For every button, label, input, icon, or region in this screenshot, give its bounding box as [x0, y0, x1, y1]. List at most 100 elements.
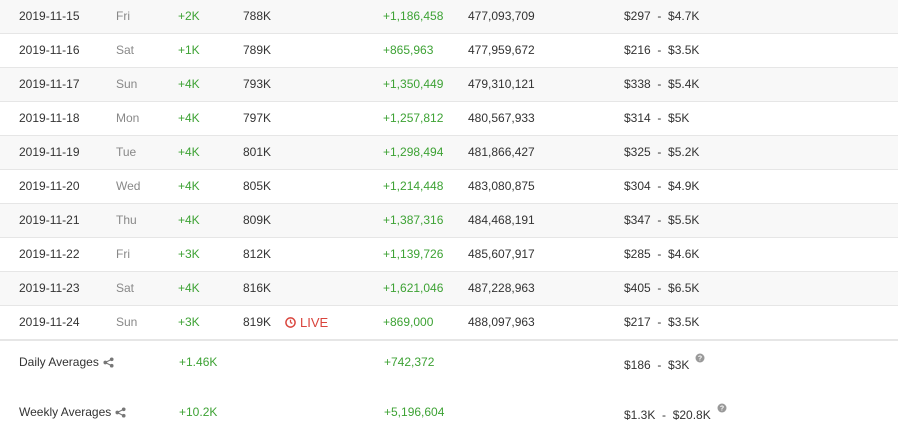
table-row: 2019-11-18 Mon +4K 797K +1,257,812 480,567,93…: [0, 102, 898, 136]
subscriber-total-cell: 801K: [243, 145, 272, 159]
view-total-cell: 487,228,963: [468, 281, 535, 295]
estimated-earnings-cell: $217 - $3.5K: [624, 315, 700, 329]
subscriber-total-cell: 816K: [243, 281, 272, 295]
subscriber-total-cell: 788K: [243, 9, 272, 23]
weekly-averages-earnings: $1.3K - $20.8K: [624, 408, 711, 422]
table-row: 2019-11-23 Sat +4K 816K +1,621,046 487,228,96…: [0, 272, 898, 306]
question-circle-icon[interactable]: ?: [695, 353, 705, 363]
date-cell: 2019-11-24: [19, 315, 80, 329]
estimated-earnings-cell: $304 - $4.9K: [624, 179, 700, 193]
subscriber-change-cell: +4K: [178, 145, 200, 159]
subscriber-total-cell: 819K: [243, 315, 272, 329]
daily-averages-label: Daily Averages: [19, 355, 99, 369]
view-change-cell: +869,000: [383, 315, 434, 329]
subscriber-change-cell: +3K: [178, 247, 200, 261]
subscriber-change-cell: +4K: [178, 281, 200, 295]
weekday-cell: Wed: [116, 179, 141, 193]
share-icon[interactable]: [115, 406, 126, 418]
table-row: 2019-11-15 Fri +2K 788K +1,186,458 477,093,70…: [0, 0, 898, 34]
svg-text:?: ?: [720, 406, 724, 413]
date-cell: 2019-11-15: [19, 9, 80, 23]
date-cell: 2019-11-17: [19, 77, 80, 91]
svg-text:?: ?: [698, 356, 702, 363]
daily-averages-subs: +1.46K: [179, 355, 218, 369]
table-row: 2019-11-20 Wed +4K 805K +1,214,448 483,080,87…: [0, 170, 898, 204]
daily-averages-row: Daily Averages +1.46K +742,372 $186 - $3…: [0, 341, 898, 391]
estimated-earnings-cell: $325 - $5.2K: [624, 145, 700, 159]
view-change-cell: +1,257,812: [383, 111, 444, 125]
view-change-cell: +1,186,458: [383, 9, 444, 23]
estimated-earnings-cell: $297 - $4.7K: [624, 9, 700, 23]
share-icon[interactable]: [103, 356, 114, 368]
daily-averages-views: +742,372: [384, 355, 435, 369]
weekly-averages-row: Weekly Averages +10.2K +5,196,604 $1.3K …: [0, 391, 898, 441]
view-total-cell: 480,567,933: [468, 111, 535, 125]
date-cell: 2019-11-18: [19, 111, 80, 125]
weekly-averages-views: +5,196,604: [384, 405, 445, 419]
daily-averages-earnings: $186 - $3K: [624, 358, 690, 372]
weekday-cell: Fri: [116, 247, 130, 261]
table-row: 2019-11-21 Thu +4K 809K +1,387,316 484,468,19…: [0, 204, 898, 238]
date-cell: 2019-11-20: [19, 179, 80, 193]
weekday-cell: Thu: [116, 213, 137, 227]
weekday-cell: Sun: [116, 77, 138, 91]
subscriber-total-cell: 789K: [243, 43, 272, 57]
daily-rows: 2019-11-15 Fri +2K 788K +1,186,458 477,093,70…: [0, 0, 898, 340]
live-badge[interactable]: LIVE: [285, 306, 328, 339]
view-total-cell: 485,607,917: [468, 247, 535, 261]
clock-icon: [285, 317, 296, 328]
estimated-earnings-cell: $338 - $5.4K: [624, 77, 700, 91]
date-cell: 2019-11-16: [19, 43, 80, 57]
date-cell: 2019-11-21: [19, 213, 80, 227]
daily-averages-label-wrap[interactable]: Daily Averages: [19, 354, 114, 370]
subscriber-change-cell: +4K: [178, 213, 200, 227]
view-change-cell: +1,139,726: [383, 247, 444, 261]
weekly-averages-label: Weekly Averages: [19, 405, 112, 419]
view-total-cell: 479,310,121: [468, 77, 535, 91]
view-total-cell: 477,093,709: [468, 9, 535, 23]
date-cell: 2019-11-19: [19, 145, 80, 159]
view-total-cell: 481,866,427: [468, 145, 535, 159]
subscriber-change-cell: +4K: [178, 179, 200, 193]
weekday-cell: Sun: [116, 315, 138, 329]
weekday-cell: Sat: [116, 281, 135, 295]
view-total-cell: 488,097,963: [468, 315, 535, 329]
table-row: 2019-11-19 Tue +4K 801K +1,298,494 481,866,42…: [0, 136, 898, 170]
view-total-cell: 484,468,191: [468, 213, 535, 227]
view-change-cell: +865,963: [383, 43, 434, 57]
subscriber-change-cell: +3K: [178, 315, 200, 329]
view-change-cell: +1,350,449: [383, 77, 444, 91]
weekday-cell: Tue: [116, 145, 137, 159]
view-change-cell: +1,214,448: [383, 179, 444, 193]
daily-averages-earnings-wrap: $186 - $3K ?: [624, 353, 705, 373]
subscriber-change-cell: +4K: [178, 77, 200, 91]
weekly-averages-subs: +10.2K: [179, 405, 218, 419]
view-total-cell: 483,080,875: [468, 179, 535, 193]
subscriber-change-cell: +1K: [178, 43, 200, 57]
weekday-cell: Sat: [116, 43, 135, 57]
estimated-earnings-cell: $347 - $5.5K: [624, 213, 700, 227]
table-row: 2019-11-16 Sat +1K 789K +865,963 477,959,672 $…: [0, 34, 898, 68]
stats-table: 2019-11-15 Fri +2K 788K +1,186,458 477,093,70…: [0, 0, 898, 441]
estimated-earnings-cell: $216 - $3.5K: [624, 43, 700, 57]
view-total-cell: 477,959,672: [468, 43, 535, 57]
subscriber-total-cell: 797K: [243, 111, 272, 125]
date-cell: 2019-11-22: [19, 247, 80, 261]
subscriber-total-cell: 809K: [243, 213, 272, 227]
weekly-averages-label-wrap[interactable]: Weekly Averages: [19, 404, 126, 420]
view-change-cell: +1,387,316: [383, 213, 444, 227]
subscriber-change-cell: +2K: [178, 9, 200, 23]
question-circle-icon[interactable]: ?: [717, 403, 727, 413]
estimated-earnings-cell: $405 - $6.5K: [624, 281, 700, 295]
weekday-cell: Mon: [116, 111, 140, 125]
table-row: 2019-11-17 Sun +4K 793K +1,350,449 479,310,12…: [0, 68, 898, 102]
live-label: LIVE: [300, 315, 329, 330]
date-cell: 2019-11-23: [19, 281, 80, 295]
subscriber-total-cell: 805K: [243, 179, 272, 193]
table-row: 2019-11-24 Sun +3K 819K +869,000 488,097,963 $…: [0, 306, 898, 340]
subscriber-change-cell: +4K: [178, 111, 200, 125]
view-change-cell: +1,621,046: [383, 281, 444, 295]
view-change-cell: +1,298,494: [383, 145, 444, 159]
estimated-earnings-cell: $314 - $5K: [624, 111, 690, 125]
table-row: 2019-11-22 Fri +3K 812K +1,139,726 485,607,91…: [0, 238, 898, 272]
